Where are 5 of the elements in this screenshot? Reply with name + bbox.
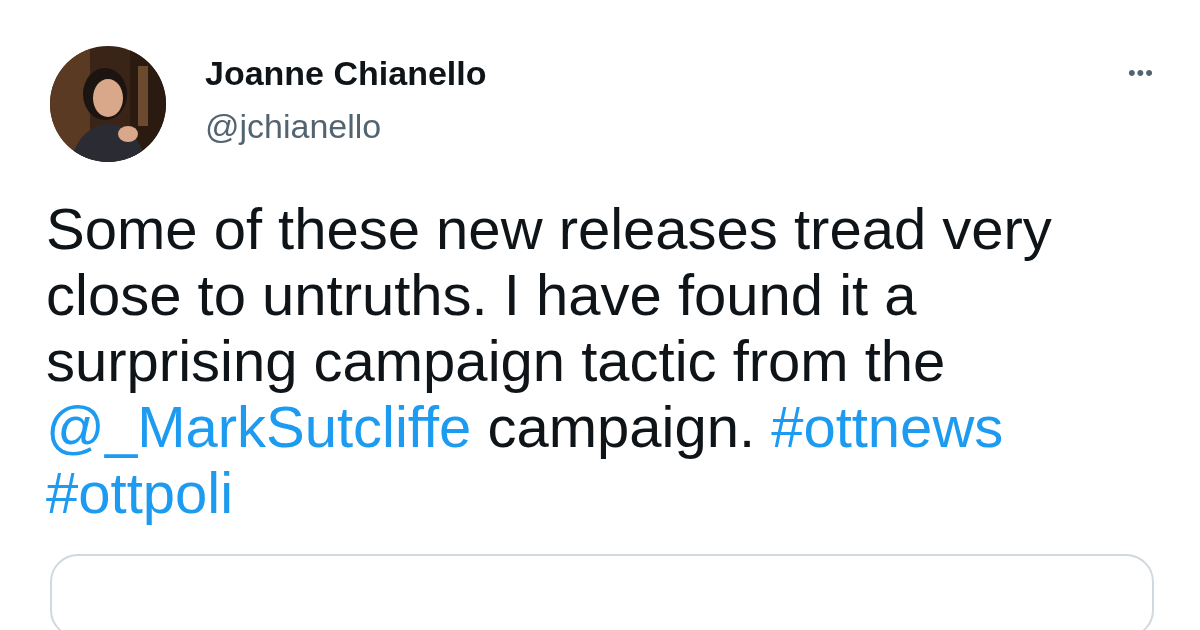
- quoted-card[interactable]: [50, 554, 1154, 630]
- more-button[interactable]: •••: [1127, 60, 1154, 86]
- author-handle[interactable]: @jchianello: [205, 107, 1128, 146]
- tweet-text: Some of these new releases tread very close to untruths. I have found it a surprising campaign tactic from the @_MarkSutcliffe campaign. #ottnews #ottpoli: [46, 196, 1053, 526]
- author-name[interactable]: Joanne Chianello: [205, 54, 1128, 93]
